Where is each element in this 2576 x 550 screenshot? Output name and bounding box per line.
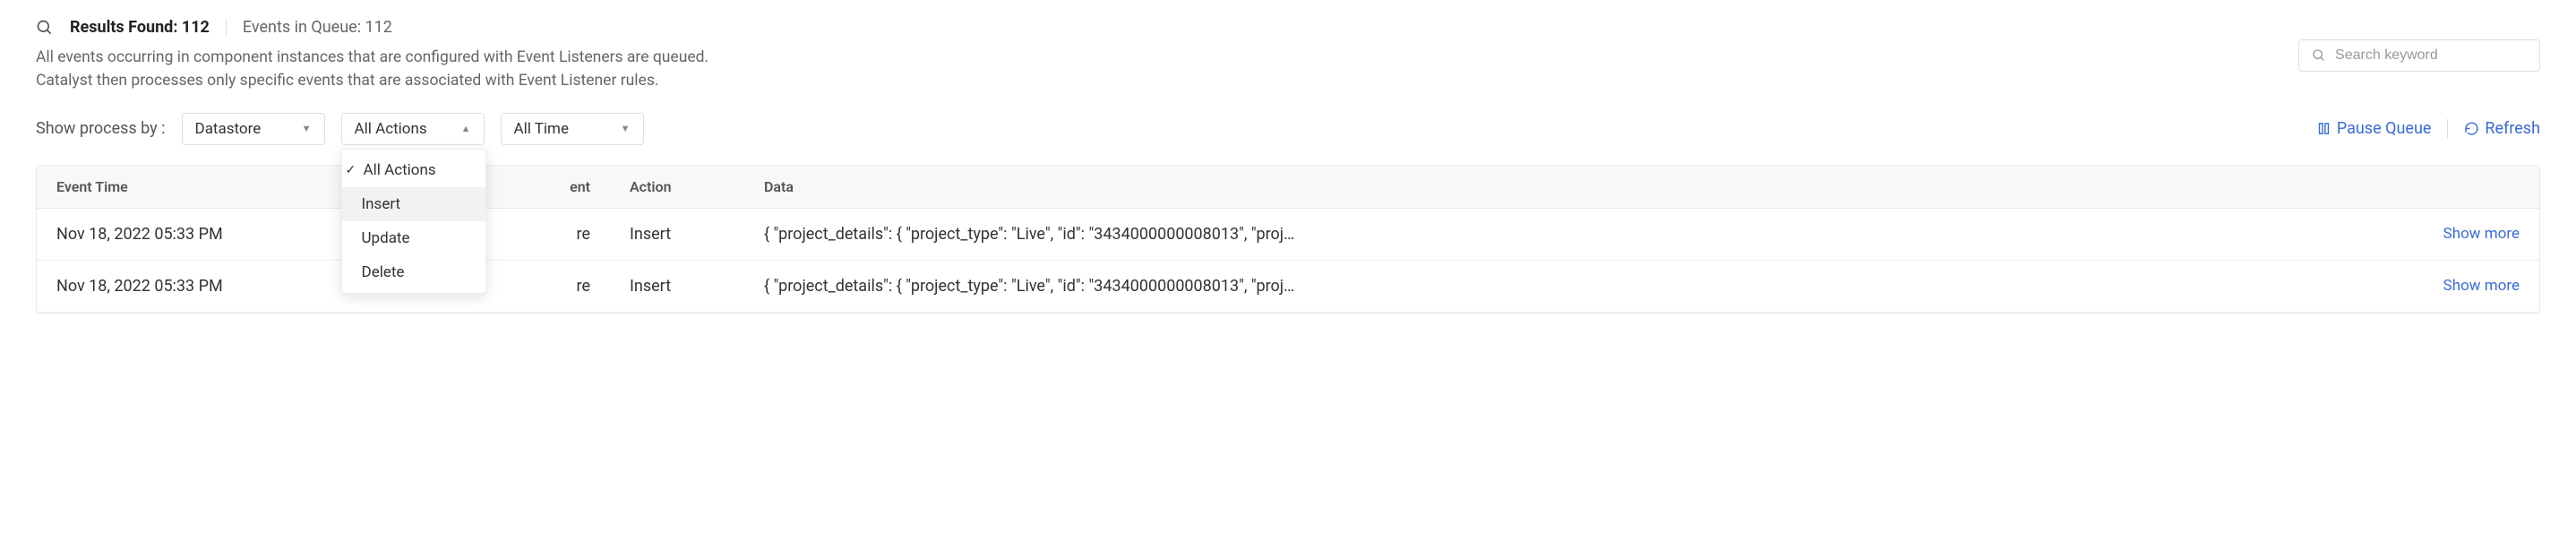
events-in-queue: Events in Queue: 112 <box>243 18 392 37</box>
actions-select[interactable]: All Actions ▲ <box>341 113 485 145</box>
pause-icon <box>2316 121 2331 136</box>
cell-action: Insert <box>610 209 744 260</box>
refresh-icon <box>2464 121 2479 136</box>
cell-time: Nov 18, 2022 05:33 PM <box>37 268 332 305</box>
cell-action: Insert <box>610 261 744 312</box>
search-input-wrapper[interactable] <box>2298 39 2540 72</box>
chevron-down-icon: ▼ <box>621 123 631 134</box>
option-all-actions[interactable]: All Actions <box>342 153 485 187</box>
show-more-link[interactable]: Show more <box>2443 277 2520 295</box>
option-insert[interactable]: Insert <box>342 187 485 221</box>
datastore-select[interactable]: Datastore ▼ <box>182 113 325 145</box>
datastore-select-value: Datastore <box>195 120 262 138</box>
cell-data: { "project_details": { "project_type": "… <box>744 261 2539 312</box>
filter-label: Show process by : <box>36 119 166 138</box>
pause-queue-label: Pause Queue <box>2337 119 2432 138</box>
option-update[interactable]: Update <box>342 221 485 255</box>
cell-time: Nov 18, 2022 05:33 PM <box>37 216 332 253</box>
chevron-down-icon: ▼ <box>302 123 312 134</box>
actions-select-value: All Actions <box>355 120 427 138</box>
col-header-data: Data <box>744 166 2539 208</box>
data-json: { "project_details": { "project_type": "… <box>764 225 2434 244</box>
time-select-value: All Time <box>514 120 569 138</box>
results-found: Results Found: 112 <box>70 18 210 37</box>
actions-dropdown: All Actions Insert Update Delete <box>341 149 486 294</box>
col-header-action: Action <box>610 166 744 208</box>
col-header-time: Event Time <box>37 166 332 208</box>
search-input[interactable] <box>2335 47 2527 64</box>
refresh-button[interactable]: Refresh <box>2464 119 2540 138</box>
option-delete[interactable]: Delete <box>342 255 485 289</box>
description-text: All events occurring in component instan… <box>36 46 717 93</box>
refresh-label: Refresh <box>2485 119 2540 138</box>
search-icon <box>2312 47 2326 64</box>
results-summary: Results Found: 112 Events in Queue: 112 <box>36 18 2298 37</box>
data-json: { "project_details": { "project_type": "… <box>764 277 2434 296</box>
pause-queue-button[interactable]: Pause Queue <box>2316 119 2432 138</box>
cell-data: { "project_details": { "project_type": "… <box>744 209 2539 260</box>
chevron-up-icon: ▲ <box>461 123 471 134</box>
show-more-link[interactable]: Show more <box>2443 225 2520 243</box>
time-select[interactable]: All Time ▼ <box>501 113 644 145</box>
search-icon <box>36 19 54 37</box>
divider <box>2447 119 2448 139</box>
divider <box>226 19 227 37</box>
